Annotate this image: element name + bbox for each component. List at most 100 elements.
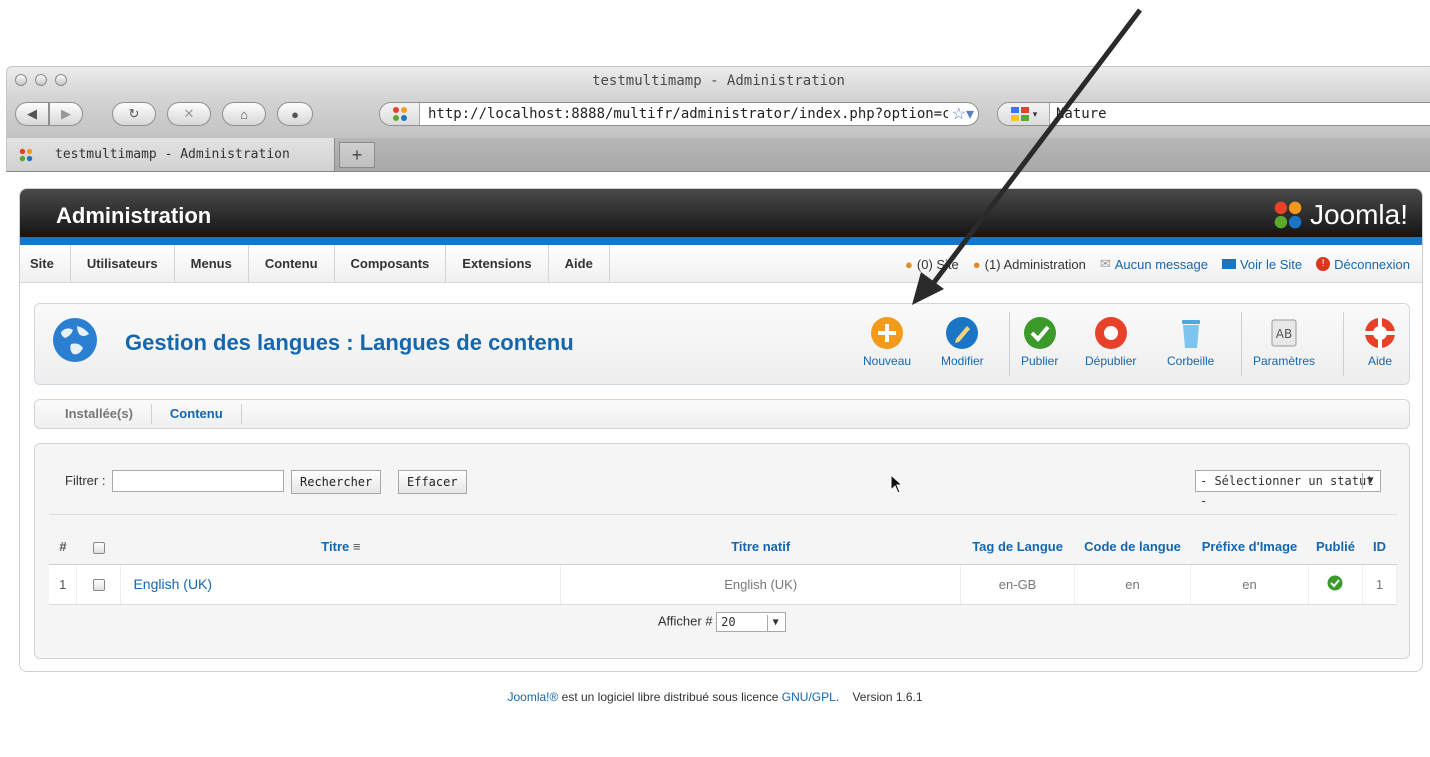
select-all-checkbox[interactable] [92, 541, 105, 554]
toolbar-divider [1009, 312, 1010, 376]
header-image-prefix[interactable]: Préfixe d'Image [1190, 530, 1309, 565]
header-published[interactable]: Publié [1308, 530, 1363, 565]
trash-button[interactable]: Corbeille [1167, 316, 1214, 368]
table-row: 1 English (UK) English (UK) en-GB en en … [49, 564, 1398, 605]
table-header-row: # Titre ≡ Titre natif Tag de Langue Code… [49, 530, 1397, 565]
menu-extensions[interactable]: Extensions [446, 244, 549, 283]
tab-title: testmultimamp - Administration [55, 147, 290, 162]
messages-link[interactable]: ✉ Aucun message [1100, 256, 1208, 272]
joomla-logo[interactable]: Joomla! [1270, 199, 1408, 231]
joomla-admin-panel: Administration Joomla! Site Utilisateurs… [19, 188, 1423, 672]
limit-select[interactable]: 20 ▼ [716, 612, 787, 632]
page-toolbar: Gestion des langues : Langues de contenu… [34, 303, 1410, 385]
admin-menubar: Site Utilisateurs Menus Contenu Composan… [20, 244, 1422, 283]
language-title-link[interactable]: English (UK) [133, 576, 212, 592]
view-site-link[interactable]: Voir le Site [1221, 257, 1302, 272]
admin-users-status: ● (1) Administration [972, 256, 1086, 272]
divider [49, 514, 1397, 515]
search-input[interactable]: Nature [1050, 106, 1430, 122]
bookmark-star-icon[interactable]: ☆▾ [948, 104, 978, 124]
row-language-tag: en-GB [960, 564, 1076, 605]
chevron-down-icon: ▼ [767, 615, 783, 631]
status-select[interactable]: - Sélectionner un statut - ▼ [1195, 470, 1381, 508]
stop-button[interactable]: ✕ [167, 102, 211, 126]
row-checkbox[interactable] [92, 579, 105, 592]
admin-header: Administration Joomla! [20, 189, 1422, 245]
menu-composants[interactable]: Composants [335, 244, 447, 283]
help-button[interactable]: Aide [1363, 316, 1397, 368]
search-button[interactable]: Rechercher [291, 470, 382, 494]
header-language-code[interactable]: Code de langue [1074, 530, 1191, 565]
subtabs: Installée(s) Contenu [34, 399, 1410, 429]
header-language-tag[interactable]: Tag de Langue [960, 530, 1075, 565]
globe-icon [53, 318, 97, 362]
add-icon [871, 317, 904, 349]
svg-text:AB: AB [1276, 327, 1292, 341]
url-bar[interactable]: http://localhost:8888/multifr/administra… [379, 102, 979, 126]
mail-icon: ✉ [1099, 256, 1111, 271]
publish-button[interactable]: Publier [1021, 316, 1058, 368]
filter-input[interactable] [112, 470, 284, 492]
clear-button[interactable]: Effacer [398, 470, 467, 494]
header-id[interactable]: ID [1362, 530, 1397, 565]
menu-utilisateurs[interactable]: Utilisateurs [71, 244, 175, 283]
row-published-cell [1308, 564, 1363, 605]
back-arrow-icon: ◀ [27, 106, 37, 121]
new-tab-button[interactable]: + [339, 142, 375, 168]
languages-table: # Titre ≡ Titre natif Tag de Langue Code… [49, 530, 1398, 605]
browser-window: testmultimamp - Administration ◀ ▶ ↻ ✕ ⌂… [6, 66, 1430, 176]
menu-site[interactable]: Site [20, 244, 71, 283]
toolbar-divider [1241, 312, 1242, 376]
trash-icon [1181, 320, 1200, 348]
menu-aide[interactable]: Aide [549, 244, 610, 283]
menu-menus[interactable]: Menus [175, 244, 249, 283]
chat-bubble-icon: ● [291, 106, 299, 122]
tab-testmultimamp[interactable]: testmultimamp - Administration [7, 138, 335, 171]
url-text[interactable]: http://localhost:8888/multifr/administra… [420, 106, 948, 122]
header-num: # [49, 530, 77, 565]
unpublish-button[interactable]: Dépublier [1085, 316, 1136, 368]
google-search-engine-icon[interactable]: ▾ [998, 103, 1050, 125]
joomla-logo-text: Joomla! [1309, 199, 1408, 230]
search-bar[interactable]: ▾ Nature [997, 102, 1430, 126]
sort-icon: ≡ [352, 539, 361, 555]
screenshot-stage: testmultimamp - Administration ◀ ▶ ↻ ✕ ⌂… [0, 0, 1430, 757]
tab-content[interactable]: Contenu [152, 404, 242, 424]
options-icon: AB [1271, 319, 1297, 347]
license-link[interactable]: GNU/GPL [782, 690, 836, 704]
limit-label: Afficher # [657, 613, 713, 629]
joomla-logo-icon [1274, 201, 1302, 229]
back-button[interactable]: ◀ [15, 102, 49, 126]
status-links: ● (0) Site ● (1) Administration ✉ Aucun mes… [905, 245, 1410, 283]
header-title[interactable]: Titre ≡ [120, 530, 561, 565]
chat-button[interactable]: ● [277, 102, 313, 126]
header-checkbox[interactable] [76, 530, 121, 565]
row-title-cell: English (UK) [120, 564, 562, 605]
users-icon: ● [972, 256, 981, 272]
reload-button[interactable]: ↻ [112, 102, 156, 126]
unpublish-circle-icon [1094, 317, 1127, 349]
forward-arrow-icon: ▶ [61, 106, 71, 121]
parameters-button[interactable]: AB Paramètres [1253, 316, 1315, 368]
menu-contenu[interactable]: Contenu [249, 244, 335, 283]
lifebuoy-icon [1365, 318, 1395, 348]
home-button[interactable]: ⌂ [222, 102, 266, 126]
tab-installed[interactable]: Installée(s) [35, 404, 152, 424]
forward-button[interactable]: ▶ [49, 102, 83, 126]
pagination: Afficher # 20 ▼ [35, 612, 1409, 632]
joomla-favicon-icon [380, 103, 420, 125]
footer-text: est un logiciel libre distribué sous lic… [558, 690, 782, 704]
edit-button[interactable]: Modifier [941, 316, 984, 368]
joomla-brand-link[interactable]: Joomla!® [507, 690, 558, 704]
admin-title: Administration [56, 203, 212, 228]
chevron-down-icon: ▼ [1362, 473, 1378, 489]
logout-link[interactable]: ! Déconnexion [1316, 257, 1410, 272]
new-button[interactable]: Nouveau [863, 316, 911, 368]
filter-row: Filtrer : Rechercher Effacer - Sélection… [35, 468, 1411, 508]
header-native-title[interactable]: Titre natif [560, 530, 961, 565]
published-check-icon[interactable] [1327, 575, 1343, 591]
filter-label: Filtrer : [65, 473, 106, 488]
mouse-cursor-icon [890, 474, 904, 494]
browser-toolbar: ◀ ▶ ↻ ✕ ⌂ ● http://localhost:8888/multif… [6, 94, 1430, 138]
window-title: testmultimamp - Administration [592, 73, 845, 89]
